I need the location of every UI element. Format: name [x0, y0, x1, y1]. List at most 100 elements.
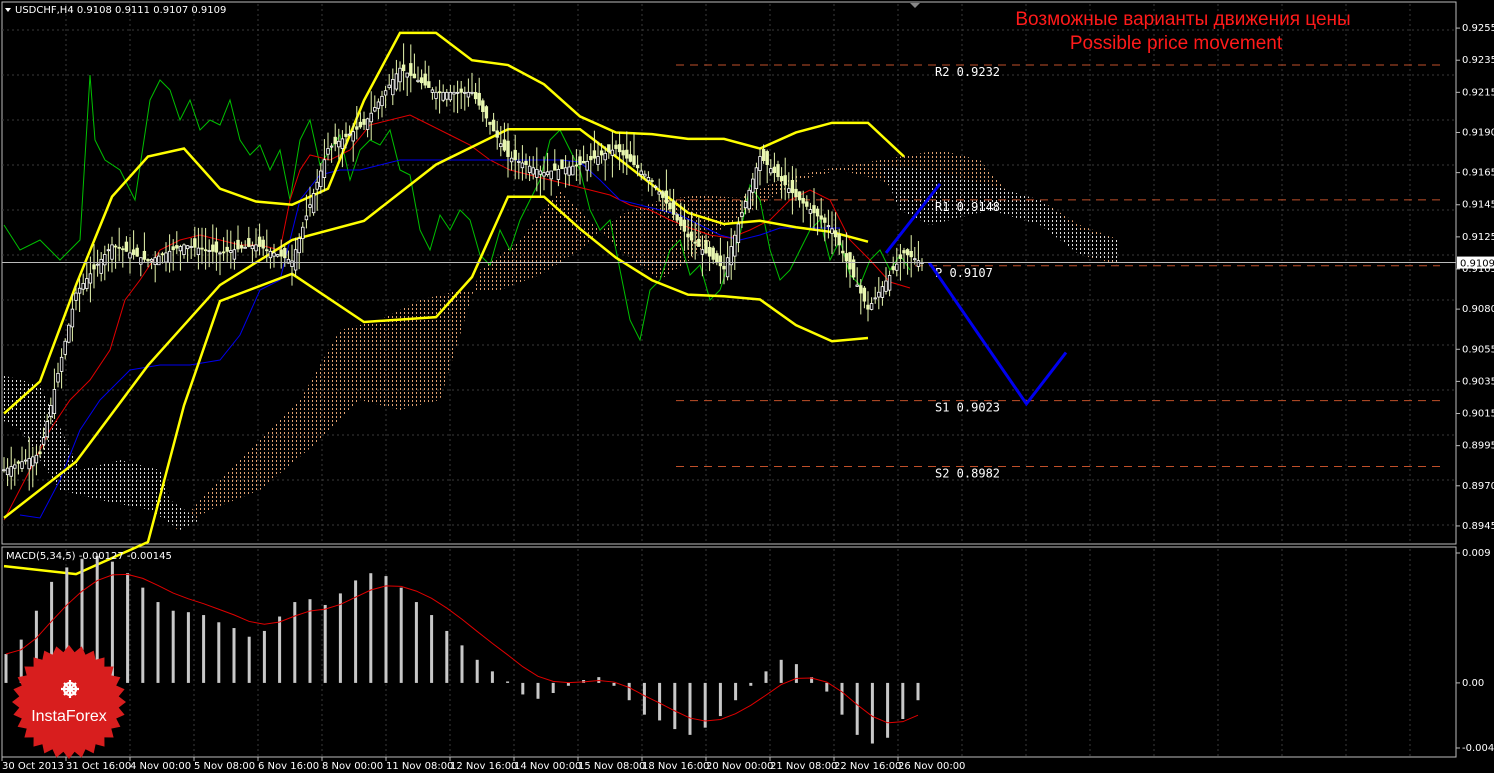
candle-body	[70, 308, 75, 328]
macd-bar	[126, 573, 130, 683]
candle-body	[77, 287, 82, 294]
candle-body	[441, 91, 445, 101]
candle-body	[761, 148, 766, 161]
candle-body	[668, 202, 672, 210]
candle-body	[693, 241, 697, 244]
macd-bar	[202, 615, 206, 683]
candle-body	[650, 180, 654, 182]
time-tick-label: 11 Nov 08:00	[386, 761, 453, 772]
candle-body	[92, 264, 96, 270]
macd-axis: 0.009 0.00 -0.00451	[1456, 548, 1494, 754]
time-tick-label: 12 Nov 16:00	[450, 761, 517, 772]
macd-bar	[749, 682, 753, 686]
candle-body	[779, 176, 784, 182]
price-tick-label: 0.9235	[1462, 55, 1494, 66]
candle-body	[873, 297, 877, 300]
candle-body	[103, 254, 107, 266]
candle-body	[599, 150, 604, 156]
candle-body	[333, 136, 337, 145]
candle-body	[319, 170, 323, 187]
candle-body	[157, 255, 161, 266]
time-tick-label: 30 Oct 2013	[2, 761, 64, 772]
candle-body	[391, 79, 395, 96]
candle-body	[758, 156, 762, 171]
candle-body	[434, 91, 438, 99]
candle-body	[495, 130, 499, 138]
candle-body	[311, 193, 316, 214]
candle-body	[463, 91, 467, 94]
macd-bar	[551, 682, 555, 694]
macd-bar	[642, 682, 646, 715]
candle-body	[797, 191, 802, 201]
candle-body	[812, 205, 816, 214]
candle-body	[275, 254, 280, 257]
candle-body	[182, 244, 186, 255]
candle-body	[513, 149, 517, 161]
candle-body	[517, 160, 521, 163]
title-english: Possible price movement	[1070, 33, 1283, 54]
macd-bar	[247, 636, 251, 683]
candle-body	[200, 247, 204, 250]
candle-body	[560, 159, 564, 170]
candle-body	[437, 91, 442, 94]
candle-body	[175, 245, 179, 249]
time-tick-label: 31 Oct 16:00	[66, 761, 131, 772]
candle-body	[340, 138, 345, 149]
candle-body	[178, 246, 183, 252]
candle-body	[124, 241, 129, 252]
candle-body	[470, 91, 474, 94]
candle-body	[679, 216, 683, 227]
candle-body	[358, 121, 363, 128]
candle-body	[160, 253, 165, 256]
candle-body	[535, 169, 539, 178]
candle-body	[445, 91, 449, 100]
macd-bar	[825, 682, 829, 692]
candle-body	[67, 324, 71, 343]
macd-bar	[521, 682, 525, 695]
macd-bar	[399, 587, 403, 683]
candle-body	[218, 252, 222, 255]
candle-body	[52, 389, 57, 414]
candle-body	[790, 179, 795, 194]
candle-body	[891, 266, 895, 271]
time-tick-label: 21 Nov 08:00	[770, 761, 837, 772]
candle-body	[833, 230, 838, 238]
macd-bar	[141, 587, 145, 683]
candle-body	[736, 223, 741, 243]
candle-body	[279, 249, 283, 257]
symbol-info: USDCHF,H4 0.9108 0.9111 0.9107 0.9109	[15, 5, 226, 16]
candle-body	[697, 238, 701, 247]
candle-body	[625, 149, 629, 159]
candle-body	[315, 181, 319, 190]
time-tick-label: 6 Nov 16:00	[258, 761, 319, 772]
candle-body	[617, 144, 622, 153]
candle-body	[135, 247, 139, 257]
macd-bar	[734, 682, 738, 701]
candle-body	[185, 245, 190, 250]
price-tick-label: 0.9165	[1462, 168, 1494, 179]
candle-body	[520, 162, 525, 169]
candle-body	[326, 148, 330, 155]
candle-body	[866, 304, 870, 310]
candle-body	[369, 112, 373, 123]
macd-bar	[430, 615, 434, 683]
candle-body	[740, 212, 744, 217]
current-price-tag: 0.9109	[1457, 256, 1494, 270]
candle-body	[117, 246, 121, 249]
candle-body	[628, 154, 633, 162]
candle-body	[196, 247, 201, 256]
candle-body	[869, 303, 874, 310]
level-p-label: P 0.9107	[935, 266, 993, 280]
macd-bar	[4, 654, 8, 683]
candle-body	[373, 107, 377, 112]
candle-body	[81, 283, 85, 290]
candle-body	[293, 249, 298, 271]
candle-body	[409, 63, 413, 76]
candle-body	[128, 252, 132, 259]
macd-bar	[536, 682, 540, 699]
macd-tick-label: -0.00451	[1462, 743, 1494, 754]
candle-body	[419, 77, 424, 84]
candle-body	[23, 459, 28, 462]
candle-body	[250, 245, 255, 250]
candle-body	[423, 73, 427, 86]
